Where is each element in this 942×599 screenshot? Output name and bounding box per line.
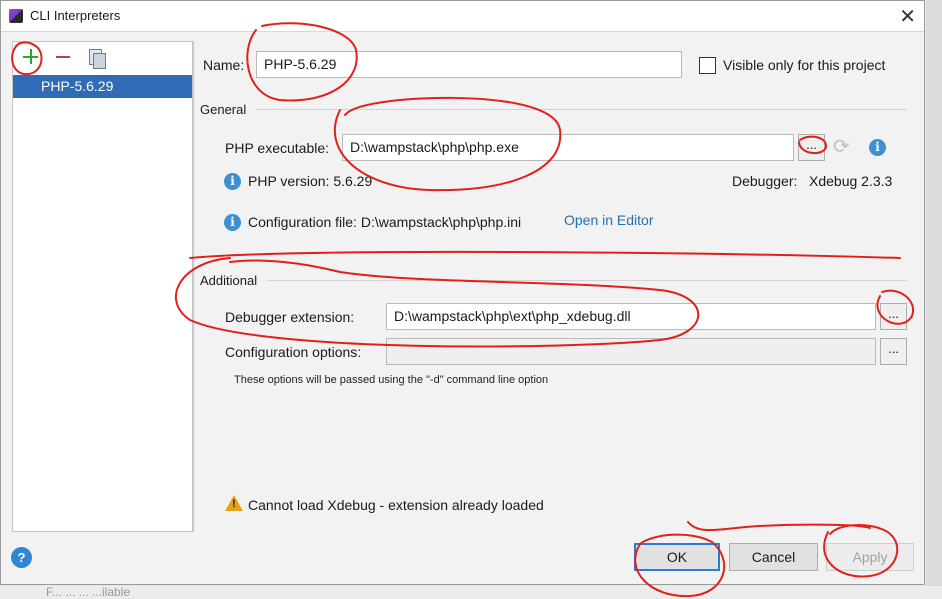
debugger-label: Debugger: (732, 173, 798, 189)
configuration-options-label: Configuration options: (225, 344, 362, 360)
info-icon[interactable]: i (869, 139, 886, 156)
configuration-options-browse-button[interactable]: ... (880, 338, 907, 365)
general-separator (255, 109, 907, 110)
ok-button[interactable]: OK (634, 543, 720, 571)
window-title: CLI Interpreters (30, 8, 121, 23)
interpreter-list-panel: PHP-5.6.29 (12, 41, 193, 532)
debugger-extension-browse-button[interactable]: ... (880, 303, 907, 330)
apply-button[interactable]: Apply (826, 543, 914, 571)
configuration-options-field[interactable] (386, 338, 876, 365)
name-label: Name: (203, 57, 245, 73)
visible-only-checkbox[interactable] (699, 57, 716, 74)
php-executable-field[interactable]: D:\wampstack\php\php.exe (342, 134, 794, 161)
background-window-edge (926, 0, 942, 598)
additional-group-title: Additional (200, 273, 258, 288)
open-in-editor-link[interactable]: Open in Editor (564, 212, 654, 228)
debugger-extension-field[interactable]: D:\wampstack\php\ext\php_xdebug.dll (386, 303, 876, 330)
phpstorm-app-icon (9, 9, 23, 23)
close-icon[interactable]: ✕ (899, 4, 916, 29)
warning-message: Cannot load Xdebug - extension already l… (248, 497, 544, 513)
interpreter-list-item[interactable]: PHP-5.6.29 (13, 75, 192, 98)
background-window-strip (0, 586, 942, 598)
warning-icon (225, 495, 243, 511)
php-version-text: PHP version: 5.6.29 (248, 173, 373, 189)
remove-interpreter-icon[interactable] (52, 45, 76, 69)
visible-only-label: Visible only for this project (723, 57, 886, 73)
debugger-value: Xdebug 2.3.3 (809, 173, 893, 189)
php-executable-browse-button[interactable]: ... (798, 134, 825, 161)
list-toolbar (13, 42, 192, 73)
refresh-icon: ⟳ (833, 136, 850, 158)
panel-divider (193, 41, 194, 532)
background-partial-text: F... ... ... ...ilable (46, 585, 131, 599)
cli-interpreters-dialog: CLI Interpreters ✕ PHP-5.6.29 Name: PHP-… (0, 0, 925, 585)
configuration-options-hint: These options will be passed using the "… (234, 374, 549, 386)
name-input[interactable]: PHP-5.6.29 (256, 51, 682, 78)
copy-interpreter-icon[interactable] (83, 45, 107, 69)
help-icon[interactable]: ? (11, 547, 32, 568)
title-bar: CLI Interpreters ✕ (1, 1, 924, 32)
general-group-title: General (200, 102, 247, 117)
additional-separator (267, 280, 907, 281)
cancel-button[interactable]: Cancel (729, 543, 818, 571)
debugger-extension-label: Debugger extension: (225, 309, 355, 325)
php-executable-label: PHP executable: (225, 140, 330, 156)
configuration-file-text: Configuration file: D:\wampstack\php\php… (248, 214, 522, 230)
add-interpreter-icon[interactable] (19, 45, 43, 69)
info-icon: i (224, 214, 241, 231)
info-icon: i (224, 173, 241, 190)
